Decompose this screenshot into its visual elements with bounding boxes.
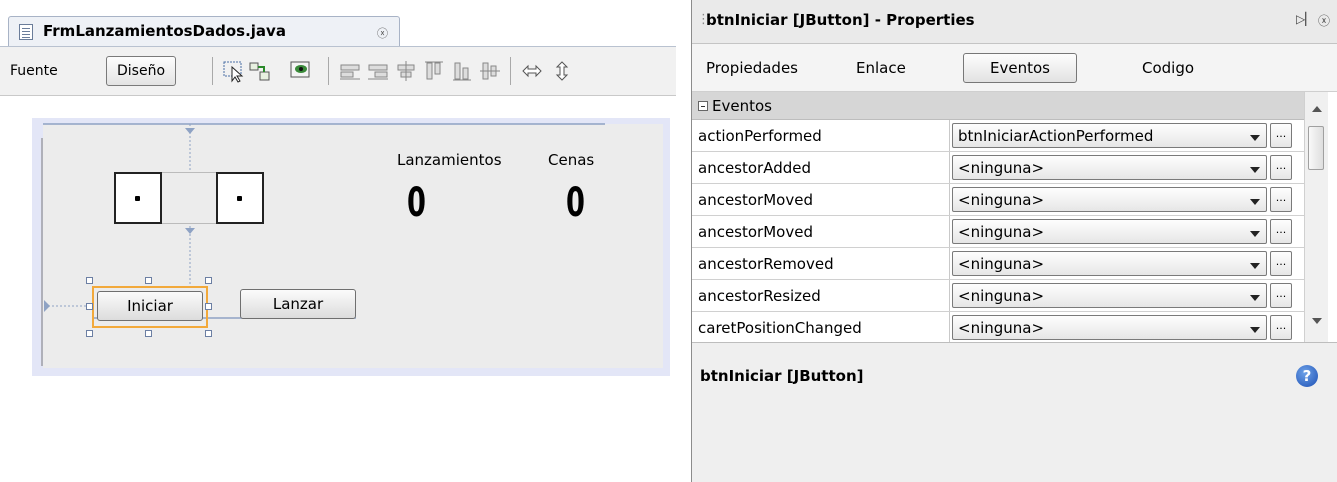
chevron-down-icon: [1250, 231, 1260, 237]
resize-handle-se[interactable]: [205, 330, 212, 337]
property-value-cell: btnIniciarActionPerformed ...: [949, 120, 1304, 151]
properties-title: btnIniciar [JButton] - Properties: [706, 11, 975, 29]
lanzar-button[interactable]: Lanzar: [240, 289, 356, 319]
ellipsis-button[interactable]: ...: [1270, 283, 1292, 308]
resize-handle-nw[interactable]: [86, 277, 93, 284]
event-handler-combo[interactable]: <ninguna>: [952, 219, 1267, 244]
property-row[interactable]: ancestorRemoved <ninguna> ...: [692, 248, 1304, 280]
layout-guides: [41, 123, 605, 366]
combo-value: <ninguna>: [958, 223, 1045, 241]
property-value-cell: <ninguna> ...: [949, 280, 1304, 311]
chevron-down-icon: [1250, 295, 1260, 301]
event-handler-combo[interactable]: <ninguna>: [952, 251, 1267, 276]
event-handler-combo[interactable]: <ninguna>: [952, 187, 1267, 212]
property-row[interactable]: ancestorResized <ninguna> ...: [692, 280, 1304, 312]
combo-value: btnIniciarActionPerformed: [958, 127, 1154, 145]
event-handler-combo[interactable]: <ninguna>: [952, 155, 1267, 180]
property-name: ancestorResized: [698, 287, 821, 305]
resize-handle-n[interactable]: [145, 277, 152, 284]
close-window-icon[interactable]: ⓧ: [1318, 12, 1330, 29]
die-pip: [237, 196, 242, 201]
ellipsis-button[interactable]: ...: [1270, 219, 1292, 244]
tab-codigo[interactable]: Codigo: [1142, 59, 1194, 77]
die-pip: [135, 196, 140, 201]
help-icon[interactable]: ?: [1296, 365, 1318, 387]
combo-value: <ninguna>: [958, 287, 1045, 305]
chevron-down-icon: [1250, 327, 1260, 333]
property-row[interactable]: actionPerformed btnIniciarActionPerforme…: [692, 120, 1304, 152]
resize-handle-sw[interactable]: [86, 330, 93, 337]
form-designer-panel: FrmLanzamientosDados.java ⓧ Fuente Diseñ…: [0, 0, 676, 482]
property-name: ancestorRemoved: [698, 255, 834, 273]
tab-propiedades[interactable]: Propiedades: [706, 59, 798, 77]
combo-value: <ninguna>: [958, 191, 1045, 209]
property-row[interactable]: caretPositionChanged <ninguna> ...: [692, 312, 1304, 342]
event-handler-combo[interactable]: <ninguna>: [952, 315, 1267, 340]
chevron-down-icon: [1250, 167, 1260, 173]
resize-handle-ne[interactable]: [205, 277, 212, 284]
property-sheet-scrollbar[interactable]: [1304, 92, 1328, 342]
description-title: btnIniciar [JButton]: [700, 367, 864, 385]
tab-enlace[interactable]: Enlace: [856, 59, 906, 77]
combo-value: <ninguna>: [958, 255, 1045, 273]
ellipsis-button[interactable]: ...: [1270, 187, 1292, 212]
value-cenas: 0: [566, 180, 585, 226]
property-name: ancestorMoved: [698, 223, 813, 241]
property-value-cell: <ninguna> ...: [949, 216, 1304, 247]
resize-handle-w[interactable]: [86, 303, 93, 310]
tab-eventos[interactable]: Eventos: [963, 53, 1077, 83]
value-lanzamientos: 0: [407, 180, 426, 226]
property-name: actionPerformed: [698, 127, 822, 145]
ellipsis-button[interactable]: ...: [1270, 123, 1292, 148]
property-sheet: Eventos actionPerformed btnIniciarAction…: [692, 92, 1304, 342]
property-name: caretPositionChanged: [698, 319, 862, 337]
property-name: ancestorAdded: [698, 159, 812, 177]
property-row[interactable]: ancestorMoved <ninguna> ...: [692, 216, 1304, 248]
ellipsis-button[interactable]: ...: [1270, 315, 1292, 340]
combo-value: <ninguna>: [958, 159, 1045, 177]
iniciar-button[interactable]: Iniciar: [97, 291, 203, 321]
resize-handle-e[interactable]: [205, 303, 212, 310]
die-right: [216, 172, 264, 224]
event-handler-combo[interactable]: btnIniciarActionPerformed: [952, 123, 1267, 148]
properties-title-bar: ⋮ btnIniciar [JButton] - Properties ▷▏ ⓧ: [692, 0, 1337, 44]
property-row[interactable]: ancestorAdded <ninguna> ...: [692, 152, 1304, 184]
property-row[interactable]: ancestorMoved <ninguna> ...: [692, 184, 1304, 216]
properties-tabs: Propiedades Enlace Eventos Codigo: [692, 44, 1337, 92]
collapse-icon[interactable]: [698, 101, 708, 111]
minimize-window-icon[interactable]: ▷▏: [1296, 12, 1314, 26]
die-left: [114, 172, 162, 224]
category-title: Eventos: [712, 97, 772, 115]
resize-handle-s[interactable]: [145, 330, 152, 337]
die-gap: [162, 172, 216, 224]
category-header[interactable]: Eventos: [692, 92, 1304, 120]
chevron-down-icon: [1250, 199, 1260, 205]
property-name: ancestorMoved: [698, 191, 813, 209]
property-description-area: btnIniciar [JButton] ?: [692, 342, 1337, 482]
chevron-down-icon: [1250, 263, 1260, 269]
ellipsis-button[interactable]: ...: [1270, 251, 1292, 276]
scroll-down-icon[interactable]: [1312, 318, 1322, 324]
property-value-cell: <ninguna> ...: [949, 152, 1304, 183]
combo-value: <ninguna>: [958, 319, 1045, 337]
property-value-cell: <ninguna> ...: [949, 248, 1304, 279]
chevron-down-icon: [1250, 135, 1260, 141]
event-handler-combo[interactable]: <ninguna>: [952, 283, 1267, 308]
properties-panel: ⋮ btnIniciar [JButton] - Properties ▷▏ ⓧ…: [691, 0, 1337, 482]
label-cenas: Cenas: [548, 151, 595, 169]
ellipsis-button[interactable]: ...: [1270, 155, 1292, 180]
label-lanzamientos: Lanzamientos: [397, 151, 502, 169]
scroll-thumb[interactable]: [1308, 126, 1324, 170]
property-value-cell: <ninguna> ...: [949, 184, 1304, 215]
scroll-up-icon[interactable]: [1312, 106, 1322, 112]
property-value-cell: <ninguna> ...: [949, 312, 1304, 342]
